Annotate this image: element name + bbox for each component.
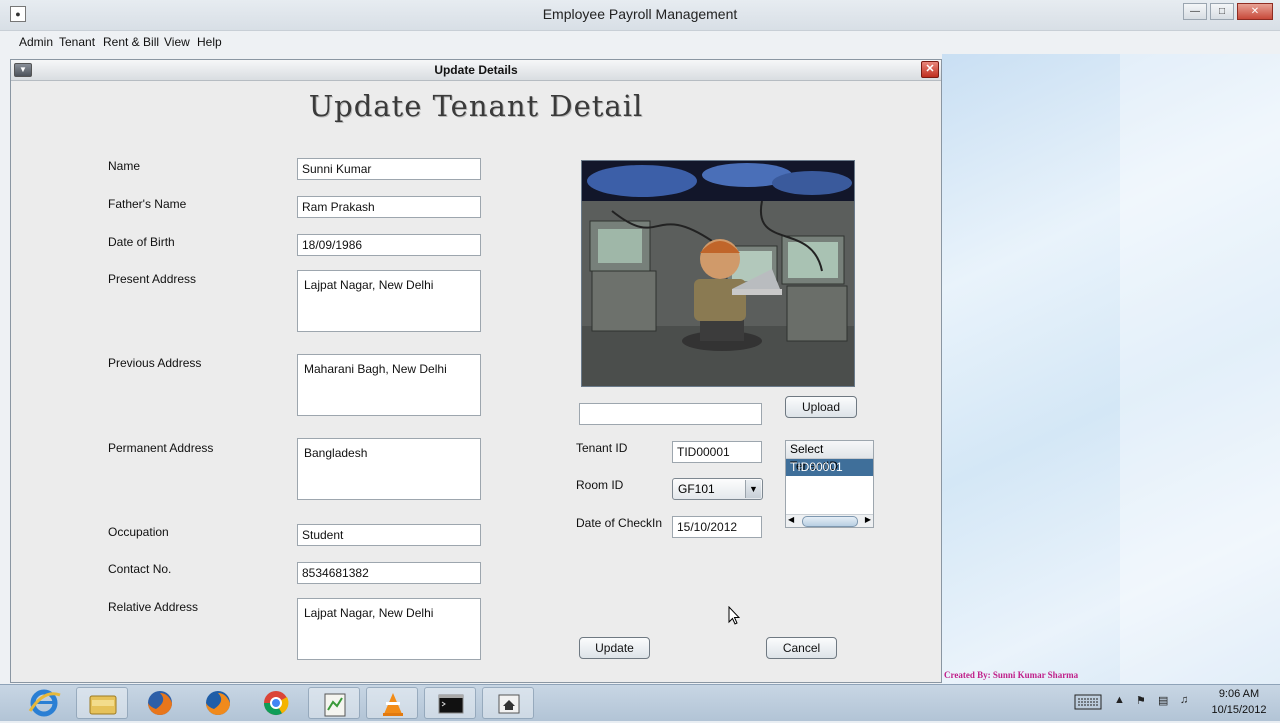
occupation-label: Occupation [108, 525, 169, 539]
photo-path-field[interactable] [579, 403, 762, 425]
mouse-cursor-icon [728, 606, 740, 625]
file-explorer-icon[interactable] [76, 687, 128, 719]
contact-field[interactable]: 8534681382 [297, 562, 481, 584]
menu-view[interactable]: View [164, 35, 190, 49]
chrome-icon[interactable] [250, 687, 302, 719]
occupation-field[interactable]: Student [297, 524, 481, 546]
room-id-value: GF101 [678, 482, 715, 496]
background-strip [1120, 54, 1280, 684]
tenant-list-header[interactable]: Select TenantID [786, 441, 873, 473]
show-hidden-icons-icon[interactable]: ▲ [1114, 694, 1125, 706]
contact-label: Contact No. [108, 562, 172, 576]
scroll-left-icon[interactable]: ◀ [788, 515, 794, 524]
window-titlebar: ● Employee Payroll Management — □ ✕ [0, 0, 1280, 31]
action-center-flag-icon[interactable]: ⚑ [1136, 694, 1146, 707]
dialog-title: Update Details [434, 63, 518, 77]
volume-icon[interactable]: ♫ [1180, 694, 1188, 706]
menu-rent-bill[interactable]: Rent & Bill [103, 35, 159, 49]
command-prompt-icon[interactable] [424, 687, 476, 719]
window-title: Employee Payroll Management [542, 6, 738, 22]
previous-address-label: Previous Address [108, 356, 202, 370]
dialog-close-button[interactable]: ✕ [921, 61, 939, 78]
java-app-icon[interactable] [482, 687, 534, 719]
close-window-button[interactable]: ✕ [1237, 3, 1273, 20]
update-button[interactable]: Update [579, 637, 650, 659]
clock-date[interactable]: 10/15/2012 [1206, 704, 1272, 716]
tenant-photo-illustration [582, 161, 854, 386]
relative-address-label: Relative Address [108, 600, 199, 614]
internet-explorer-icon[interactable] [18, 687, 70, 719]
firefox-alt-icon[interactable] [192, 687, 244, 719]
dob-field[interactable]: 18/09/1986 [297, 234, 481, 256]
firefox-icon[interactable] [134, 687, 186, 719]
tenant-list-item[interactable]: TID00001 [786, 459, 873, 476]
tenant-id-list[interactable]: Select TenantID TID00001 ◀ ▶ [785, 440, 874, 528]
editor-app-icon[interactable] [308, 687, 360, 719]
clock-time[interactable]: 9:06 AM [1206, 688, 1272, 700]
room-id-select[interactable]: GF101 ▼ [672, 478, 763, 500]
menu-admin[interactable]: Admin [19, 35, 53, 49]
horizontal-scrollbar[interactable]: ◀ ▶ [786, 514, 873, 527]
menu-bar: Admin Tenant Rent & Bill View Help [0, 32, 942, 52]
dob-label: Date of Birth [108, 235, 175, 249]
desktop-background-panel: Created By: Sunni Kumar Sharma [942, 54, 1280, 684]
menu-tenant[interactable]: Tenant [59, 35, 95, 49]
checkin-label: Date of CheckIn [576, 516, 663, 530]
taskbar: ▲ ⚑ ▤ ♫ 9:06 AM 10/15/2012 [0, 684, 1280, 721]
father-name-label: Father's Name [108, 197, 187, 211]
tenant-id-label: Tenant ID [576, 441, 628, 455]
tenant-photo [581, 160, 855, 387]
permanent-address-field[interactable]: Bangladesh [297, 438, 481, 500]
minimize-button[interactable]: — [1183, 3, 1207, 20]
cancel-button[interactable]: Cancel [766, 637, 837, 659]
form-heading: Update Tenant Detail [308, 89, 644, 123]
scroll-thumb[interactable] [802, 516, 858, 527]
room-id-label: Room ID [576, 478, 624, 492]
menu-help[interactable]: Help [197, 35, 222, 49]
network-icon[interactable]: ▤ [1158, 694, 1168, 707]
tenant-id-field[interactable]: TID00001 [672, 441, 762, 463]
previous-address-field[interactable]: Maharani Bagh, New Delhi [297, 354, 481, 416]
present-address-field[interactable]: Lajpat Nagar, New Delhi [297, 270, 481, 332]
scroll-right-icon[interactable]: ▶ [865, 515, 871, 524]
present-address-label: Present Address [108, 272, 197, 286]
dropdown-arrow-icon[interactable]: ▼ [745, 480, 761, 498]
dialog-titlebar: ▼ Update Details ✕ [11, 60, 941, 81]
created-by-credit: Created By: Sunni Kumar Sharma [944, 670, 1079, 680]
upload-button[interactable]: Upload [785, 396, 857, 418]
keyboard-icon[interactable] [1074, 693, 1102, 711]
vlc-icon[interactable] [366, 687, 418, 719]
update-details-dialog: ▼ Update Details ✕ Update Tenant Detail … [10, 59, 942, 683]
permanent-address-label: Permanent Address [108, 441, 214, 455]
relative-address-field[interactable]: Lajpat Nagar, New Delhi [297, 598, 481, 660]
maximize-button[interactable]: □ [1210, 3, 1234, 20]
checkin-date-field[interactable]: 15/10/2012 [672, 516, 762, 538]
app-window: ● Employee Payroll Management — □ ✕ Admi… [0, 0, 1280, 684]
father-name-field[interactable]: Ram Prakash [297, 196, 481, 218]
name-label: Name [108, 159, 141, 173]
name-field[interactable]: Sunni Kumar [297, 158, 481, 180]
